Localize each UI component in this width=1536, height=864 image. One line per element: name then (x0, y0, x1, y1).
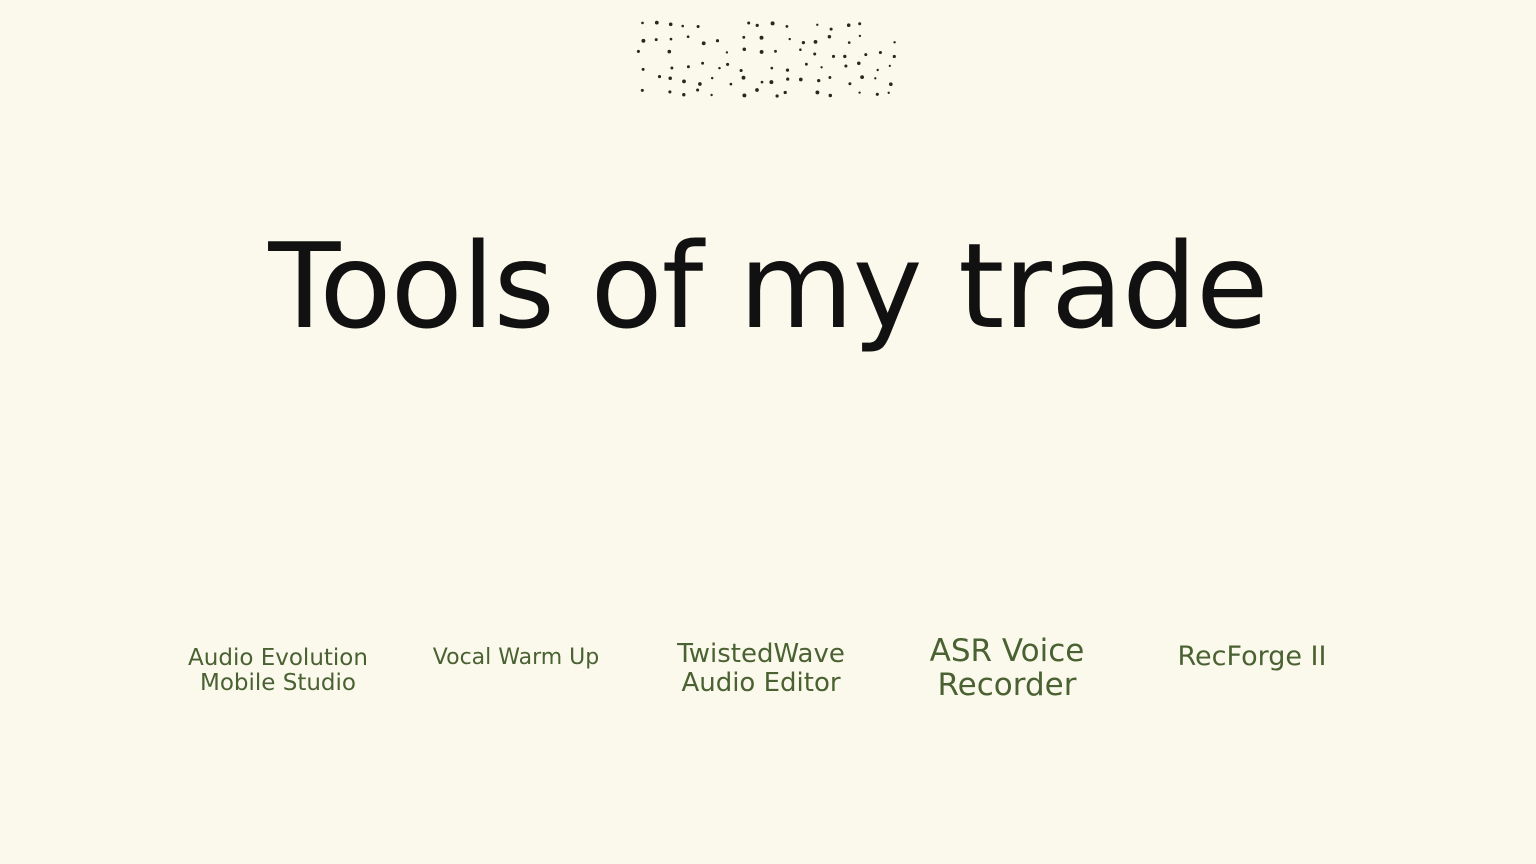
dot (681, 24, 685, 28)
dot (788, 37, 791, 41)
dot (755, 23, 759, 27)
dot (742, 93, 747, 98)
dot (813, 52, 817, 56)
dot (636, 49, 640, 53)
dot (878, 50, 882, 55)
dot (888, 64, 891, 68)
dot (641, 21, 644, 25)
dot (686, 35, 690, 39)
dot (729, 82, 733, 86)
dot (741, 75, 746, 80)
dot (715, 39, 720, 43)
dot (696, 24, 700, 29)
dot (640, 88, 644, 92)
dot (701, 41, 706, 46)
dot (816, 23, 819, 26)
dot (864, 53, 868, 57)
dot (875, 92, 879, 96)
dot (770, 21, 775, 26)
dot (829, 27, 833, 31)
dot (844, 64, 848, 68)
dot (847, 41, 851, 44)
dot (888, 82, 893, 87)
dot (726, 62, 730, 66)
tool-asr-voice-recorder: ASR Voice Recorder (929, 633, 1085, 704)
dot (747, 21, 751, 25)
dot (742, 47, 747, 52)
dot (785, 25, 789, 28)
dot (876, 68, 879, 72)
dot (759, 35, 764, 40)
dot (820, 66, 823, 69)
dot (641, 38, 646, 43)
dot-pattern-decoration (636, 20, 896, 98)
dot (668, 22, 673, 27)
dot (710, 76, 714, 80)
dot (858, 91, 861, 94)
dot (718, 66, 721, 70)
dot (887, 91, 890, 94)
dot (759, 49, 764, 54)
dot (783, 90, 787, 95)
tool-audio-evolution: Audio Evolution Mobile Studio (188, 645, 368, 697)
dot (654, 38, 658, 42)
dot (701, 61, 705, 65)
dot (848, 82, 852, 86)
dot (760, 80, 764, 84)
dot (725, 51, 729, 54)
dot (739, 68, 743, 73)
dot (686, 65, 690, 69)
dot (682, 79, 686, 84)
dot (775, 94, 779, 98)
dot (755, 88, 759, 92)
dot (801, 40, 806, 45)
dot (892, 54, 896, 59)
dot (843, 54, 847, 59)
dot (770, 66, 774, 70)
dot (682, 93, 686, 97)
dot (874, 77, 877, 80)
dot (667, 49, 672, 54)
dot (710, 93, 713, 97)
dot (817, 78, 821, 83)
dot (698, 82, 702, 86)
dot (893, 41, 896, 44)
dot (654, 20, 659, 25)
dot (804, 62, 808, 66)
tool-twistedwave: TwistedWave Audio Editor (677, 639, 845, 698)
dot (769, 80, 774, 85)
dot (858, 34, 862, 38)
dot (785, 68, 790, 72)
dot (774, 49, 777, 53)
slide-title: Tools of my trade (268, 217, 1268, 355)
dot (858, 22, 862, 26)
dot (828, 76, 832, 79)
slide: Tools of my trade Audio Evolution Mobile… (0, 0, 1536, 864)
dot (669, 37, 673, 41)
tool-recforge: RecForge II (1177, 641, 1327, 672)
dot (657, 75, 662, 79)
dot (641, 67, 645, 71)
dot (668, 90, 672, 94)
tool-vocal-warm-up: Vocal Warm Up (432, 645, 600, 670)
dot (827, 35, 832, 39)
dot (670, 66, 674, 70)
dot (786, 77, 790, 81)
dot (813, 39, 818, 44)
dot (815, 90, 820, 95)
dot (857, 61, 861, 66)
dot (742, 35, 746, 39)
dot (828, 93, 833, 98)
dot (846, 23, 851, 27)
dot (831, 54, 836, 58)
dot (668, 76, 672, 81)
dot (798, 77, 803, 82)
dot (799, 48, 802, 51)
dot (696, 88, 700, 92)
dot (860, 75, 864, 79)
